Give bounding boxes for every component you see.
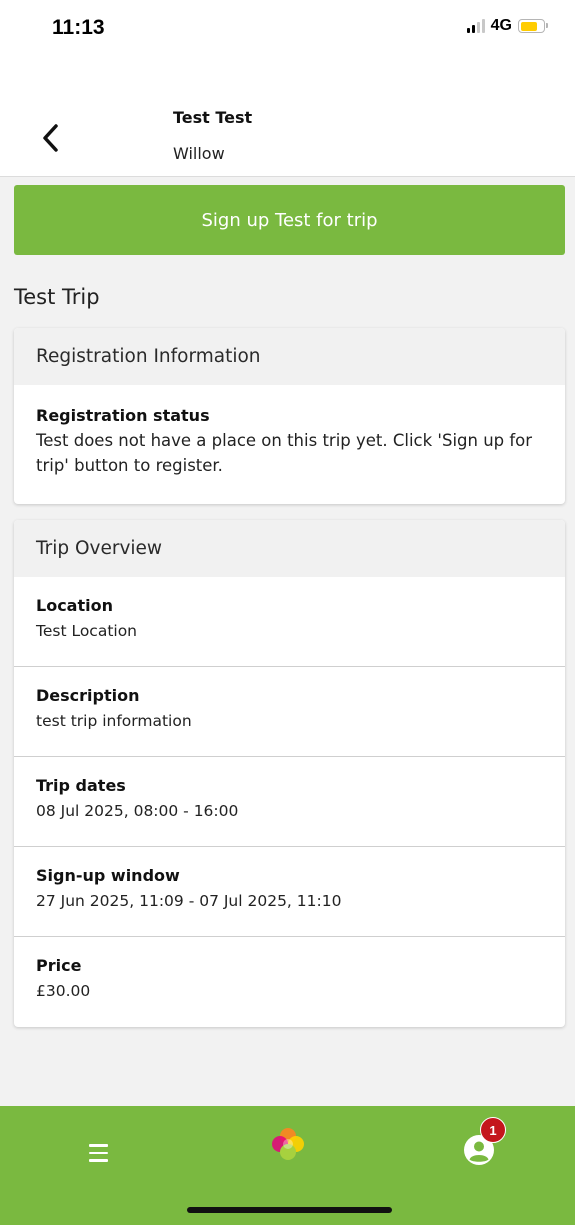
student-name: Test Test (173, 108, 253, 127)
registration-card: Registration Information Registration st… (14, 328, 565, 504)
home-indicator (187, 1207, 392, 1213)
status-bar: 11:13 4G (0, 0, 575, 60)
price-label: Price (36, 956, 82, 975)
registration-card-header: Registration Information (14, 328, 565, 385)
student-class: Willow (173, 144, 225, 163)
detail-row-trip-dates: Trip dates 08 Jul 2025, 08:00 - 16:00 (14, 757, 565, 847)
hamburger-menu-icon[interactable] (83, 1139, 115, 1167)
status-time: 11:13 (52, 16, 105, 39)
chevron-left-icon (43, 124, 58, 152)
trip-overview-card-header: Trip Overview (14, 520, 565, 577)
trip-dates-value: 08 Jul 2025, 08:00 - 16:00 (36, 802, 239, 820)
signup-for-trip-button[interactable]: Sign up Test for trip (14, 185, 565, 255)
trip-details-list: Location Test Location Description test … (14, 577, 565, 1027)
location-value: Test Location (36, 622, 138, 640)
network-type: 4G (490, 17, 512, 34)
signup-window-label: Sign-up window (36, 866, 180, 885)
detail-row-description: Description test trip information (14, 667, 565, 757)
back-button[interactable] (34, 118, 66, 158)
signup-window-value: 27 Jun 2025, 11:09 - 07 Jul 2025, 11:10 (36, 892, 342, 910)
detail-row-price: Price £30.00 (14, 937, 565, 1027)
trip-overview-card: Trip Overview Location Test Location Des… (14, 520, 565, 1027)
detail-row-signup-window: Sign-up window 27 Jun 2025, 11:09 - 07 J… (14, 847, 565, 937)
clover-logo-icon[interactable] (268, 1124, 308, 1164)
location-label: Location (36, 596, 113, 615)
trip-dates-label: Trip dates (36, 776, 126, 795)
registration-status-label: Registration status (36, 406, 210, 425)
description-label: Description (36, 686, 140, 705)
battery-icon (518, 19, 548, 33)
registration-status-text: Test does not have a place on this trip … (36, 431, 533, 475)
signal-icon (466, 19, 485, 33)
notification-badge: 1 (480, 1117, 506, 1143)
page-header: Test Test Willow (0, 60, 575, 177)
trip-title: Test Trip (14, 285, 100, 309)
description-value: test trip information (36, 712, 192, 730)
detail-row-location: Location Test Location (14, 577, 565, 667)
price-value: £30.00 (36, 982, 91, 1000)
status-indicators: 4G (466, 17, 548, 35)
